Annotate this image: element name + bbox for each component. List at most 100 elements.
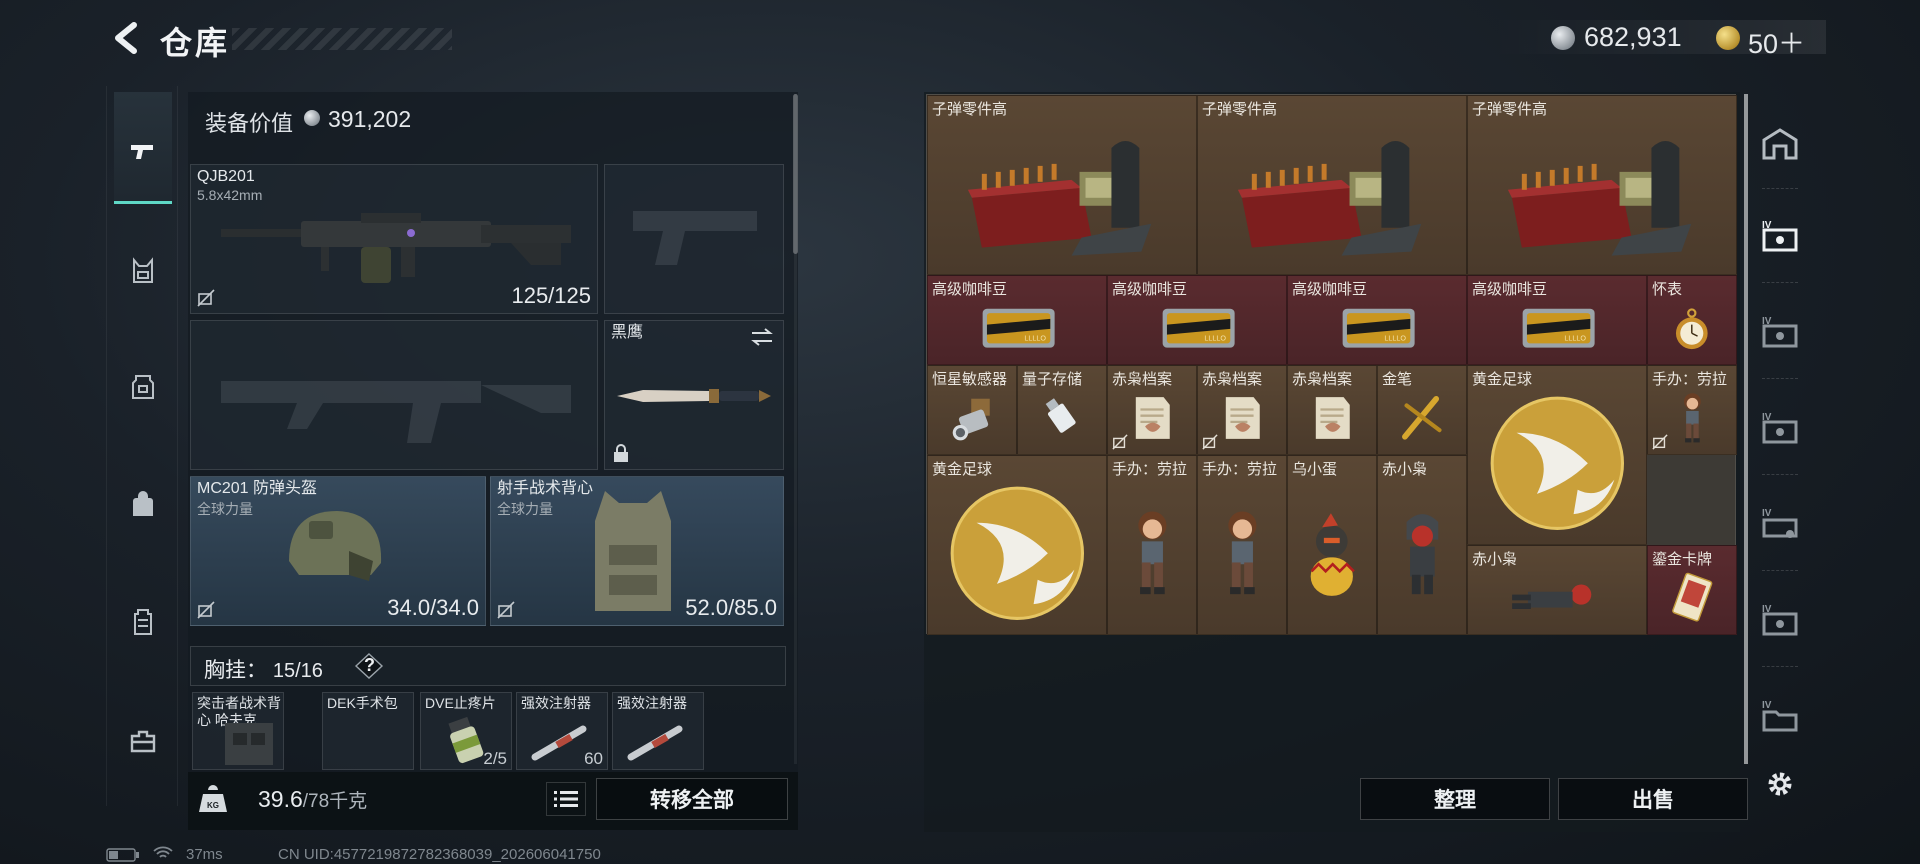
silver-coin-icon [1551, 26, 1575, 50]
storage-item[interactable]: 黄金足球 [1467, 365, 1647, 545]
chest-item-injector-2[interactable]: 强效注射器 [612, 692, 704, 770]
storage-item[interactable]: 子弹零件高 [1197, 95, 1467, 275]
storage-item[interactable]: 手办：劳拉 [1197, 455, 1287, 635]
gold-ball-icon [928, 472, 1106, 634]
rifle-placeholder-icon [221, 381, 571, 443]
chest-item-vest[interactable]: 突击者战术背心 哈夫克 [192, 692, 284, 770]
ammo-crate-icon [928, 112, 1196, 274]
armor-brand: 全球力量 [497, 501, 553, 517]
transfer-all-button[interactable]: 转移全部 [596, 778, 788, 820]
storage-scrollbar[interactable] [1744, 94, 1748, 764]
storage-item[interactable]: 赤枭档案 [1107, 365, 1197, 455]
storage-item-name: 量子存储 [1022, 371, 1083, 388]
chest-item-name: DVE止疼片 [425, 695, 496, 711]
no-drop-icon [1202, 434, 1218, 450]
storage-box-icon: IV [1762, 508, 1798, 538]
storage-item-name: 子弹零件高 [932, 101, 1008, 118]
coffee-tin-icon: LLLLO [1468, 292, 1646, 364]
storage-item[interactable]: 鎏金卡牌 [1647, 545, 1737, 635]
chest-item-painkiller[interactable]: DVE止疼片 2/5 [420, 692, 512, 770]
primary-weapon-slot[interactable]: QJB201 5.8x42mm 125/125 [190, 164, 598, 314]
rail-tab-weapons[interactable] [114, 122, 172, 180]
svg-text:LLLLO: LLLLO [1204, 333, 1226, 342]
helmet-slot[interactable]: MC201 防弹头盔 全球力量 34.0/34.0 [190, 476, 486, 626]
loadout-scrollbar-thumb[interactable] [793, 94, 798, 254]
storage-item[interactable]: 赤枭档案 [1287, 365, 1377, 455]
armor-name: 射手战术背心 [497, 480, 594, 497]
red-figure-icon [1378, 472, 1466, 634]
settings-button[interactable] [1752, 756, 1808, 812]
storage-item[interactable]: LLLLO 高级咖啡豆 [1107, 275, 1287, 365]
coffee-tin-icon: LLLLO [1108, 292, 1286, 364]
ammo-crate-icon [1198, 112, 1466, 274]
list-view-button[interactable] [546, 782, 586, 816]
armor-durability: 52.0/85.0 [685, 595, 777, 620]
rail-separator [1762, 378, 1798, 379]
toolbox-icon [130, 730, 156, 753]
storage-item[interactable]: LLLLO 高级咖啡豆 [927, 275, 1107, 365]
armor-slot[interactable]: 射手战术背心 全球力量 52.0/85.0 [490, 476, 784, 626]
no-drop-icon [497, 601, 515, 619]
storage-tab-4[interactable]: IV [1752, 400, 1808, 456]
rail-tab-case[interactable] [114, 592, 172, 650]
rail-tab-chest-rig[interactable] [114, 242, 172, 300]
storage-tab-main[interactable] [1752, 116, 1808, 172]
storage-item[interactable]: LLLLO 高级咖啡豆 [1467, 275, 1647, 365]
gold-balance[interactable]: 50＋ [1748, 22, 1805, 61]
storage-item[interactable]: 赤小枭 [1377, 455, 1467, 635]
silver-balance: 682,931 [1584, 22, 1682, 52]
storage-box-icon: IV [1762, 220, 1798, 252]
pistol-placeholder-icon [633, 211, 757, 265]
back-button[interactable] [108, 20, 144, 56]
melee-slot[interactable]: 黑鹰 [604, 320, 784, 470]
storage-item[interactable]: 量子存储 [1017, 365, 1107, 455]
tidy-button[interactable]: 整理 [1360, 778, 1550, 820]
storage-item-name: 金笔 [1382, 371, 1413, 388]
storage-tab-3[interactable]: IV [1752, 304, 1808, 360]
gold-pen-icon [1378, 382, 1466, 454]
storage-tab-7[interactable]: IV [1752, 688, 1808, 744]
pistol-icon [131, 145, 153, 159]
file-icon [1288, 382, 1376, 454]
sell-button[interactable]: 出售 [1558, 778, 1748, 820]
storage-item[interactable]: 赤小枭 [1467, 545, 1647, 635]
storage-item[interactable]: 子弹零件高 [1467, 95, 1737, 275]
injector-icon [627, 725, 683, 761]
rail-tab-backpack[interactable] [114, 476, 172, 534]
storage-item[interactable]: 手办：劳拉 [1107, 455, 1197, 635]
chest-item-surgery-kit[interactable]: DEK手术包 [322, 692, 414, 770]
storage-tab-6[interactable]: IV [1752, 592, 1808, 648]
secondary-weapon-slot[interactable] [190, 320, 598, 470]
case-icon [134, 609, 152, 635]
battery-icon [106, 848, 139, 862]
page-title: 仓库 [160, 25, 231, 61]
storage-item[interactable]: 子弹零件高 [927, 95, 1197, 275]
storage-item[interactable]: 赤枭档案 [1197, 365, 1287, 455]
carry-weight: 39.6/78千克 [258, 786, 367, 813]
chest-item-injector[interactable]: 强效注射器 60 [516, 692, 608, 770]
storage-tab-5[interactable]: IV [1752, 496, 1808, 552]
swap-arrows-icon[interactable] [749, 327, 775, 347]
help-button[interactable]: ? [354, 652, 384, 680]
knife-icon [617, 389, 771, 403]
pistol-slot[interactable] [604, 164, 784, 314]
loadout-value-label: 装备价值 [205, 111, 294, 136]
rail-separator [1762, 666, 1798, 667]
storage-item[interactable]: 金笔 [1377, 365, 1467, 455]
storage-item[interactable]: 乌小蛋 [1287, 455, 1377, 635]
storage-item[interactable]: 恒星敏感器 [927, 365, 1017, 455]
rail-tab-toolbox[interactable] [114, 712, 172, 770]
storage-item-name: 高级咖啡豆 [1292, 281, 1368, 298]
storage-item[interactable]: 怀表 [1647, 275, 1737, 365]
primary-weapon-name: QJB201 [197, 168, 255, 185]
storage-item-name: 赤小枭 [1472, 551, 1518, 568]
storage-tab-2[interactable]: IV [1752, 208, 1808, 264]
storage-item[interactable]: LLLLO 高级咖啡豆 [1287, 275, 1467, 365]
chest-rig-icon [133, 257, 153, 283]
rail-tab-armor[interactable] [114, 358, 172, 416]
storage-item[interactable]: 手办：劳拉 [1647, 365, 1737, 455]
chest-item-name: DEK手术包 [327, 695, 398, 711]
weight-kg-icon: KG [199, 785, 227, 812]
storage-item[interactable]: 黄金足球 [927, 455, 1107, 635]
figure-lara-icon [1198, 472, 1286, 634]
